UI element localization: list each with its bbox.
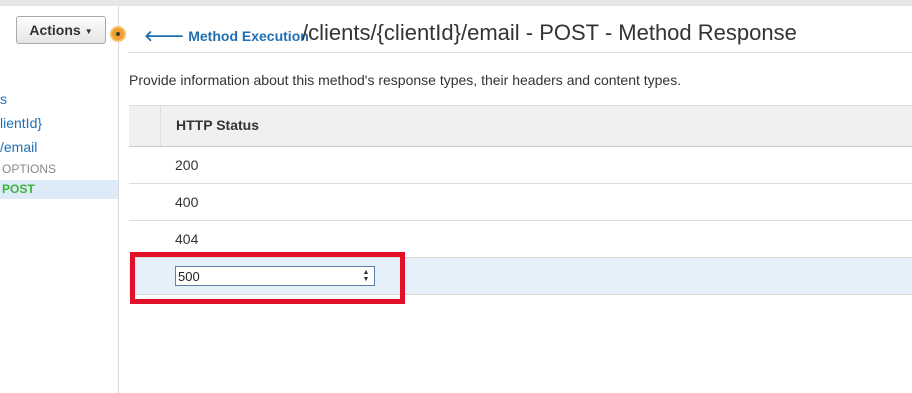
actions-dropdown-button[interactable]: Actions ▼ <box>16 16 106 44</box>
status-cell: 200 <box>175 157 199 173</box>
page-description: Provide information about this method's … <box>129 72 682 88</box>
actions-label: Actions <box>29 22 81 38</box>
arrow-left-icon: 🡐 <box>144 28 185 45</box>
resource-sidebar: Actions ▼ s lientId} /email OPTIONS POST <box>0 6 119 393</box>
method-execution-back-link[interactable]: 🡐 Method Execution <box>144 26 309 46</box>
page-title: /clients/{clientId}/email - POST - Metho… <box>302 20 797 45</box>
highlight-annotation-box <box>130 252 405 304</box>
back-link-label: Method Execution <box>188 27 309 44</box>
select-column-header <box>129 106 161 146</box>
table-row-200[interactable]: 200 <box>129 147 912 184</box>
top-bar <box>0 0 912 6</box>
http-status-column-header: HTTP Status <box>176 117 259 133</box>
connector-dot-icon <box>110 26 126 42</box>
resource-tree-item-clients[interactable]: s <box>0 91 7 107</box>
table-row-400[interactable]: 400 <box>129 184 912 221</box>
table-header: HTTP Status <box>129 105 912 147</box>
resource-tree-item-email[interactable]: /email <box>0 139 37 155</box>
status-cell: 400 <box>175 194 199 210</box>
status-cell: 404 <box>175 231 199 247</box>
method-item-options[interactable]: OPTIONS <box>0 162 56 176</box>
divider <box>128 52 912 53</box>
method-item-post-selected[interactable]: POST <box>0 180 118 199</box>
resource-tree-item-clientid[interactable]: lientId} <box>0 115 42 131</box>
caret-down-icon: ▼ <box>84 26 93 36</box>
